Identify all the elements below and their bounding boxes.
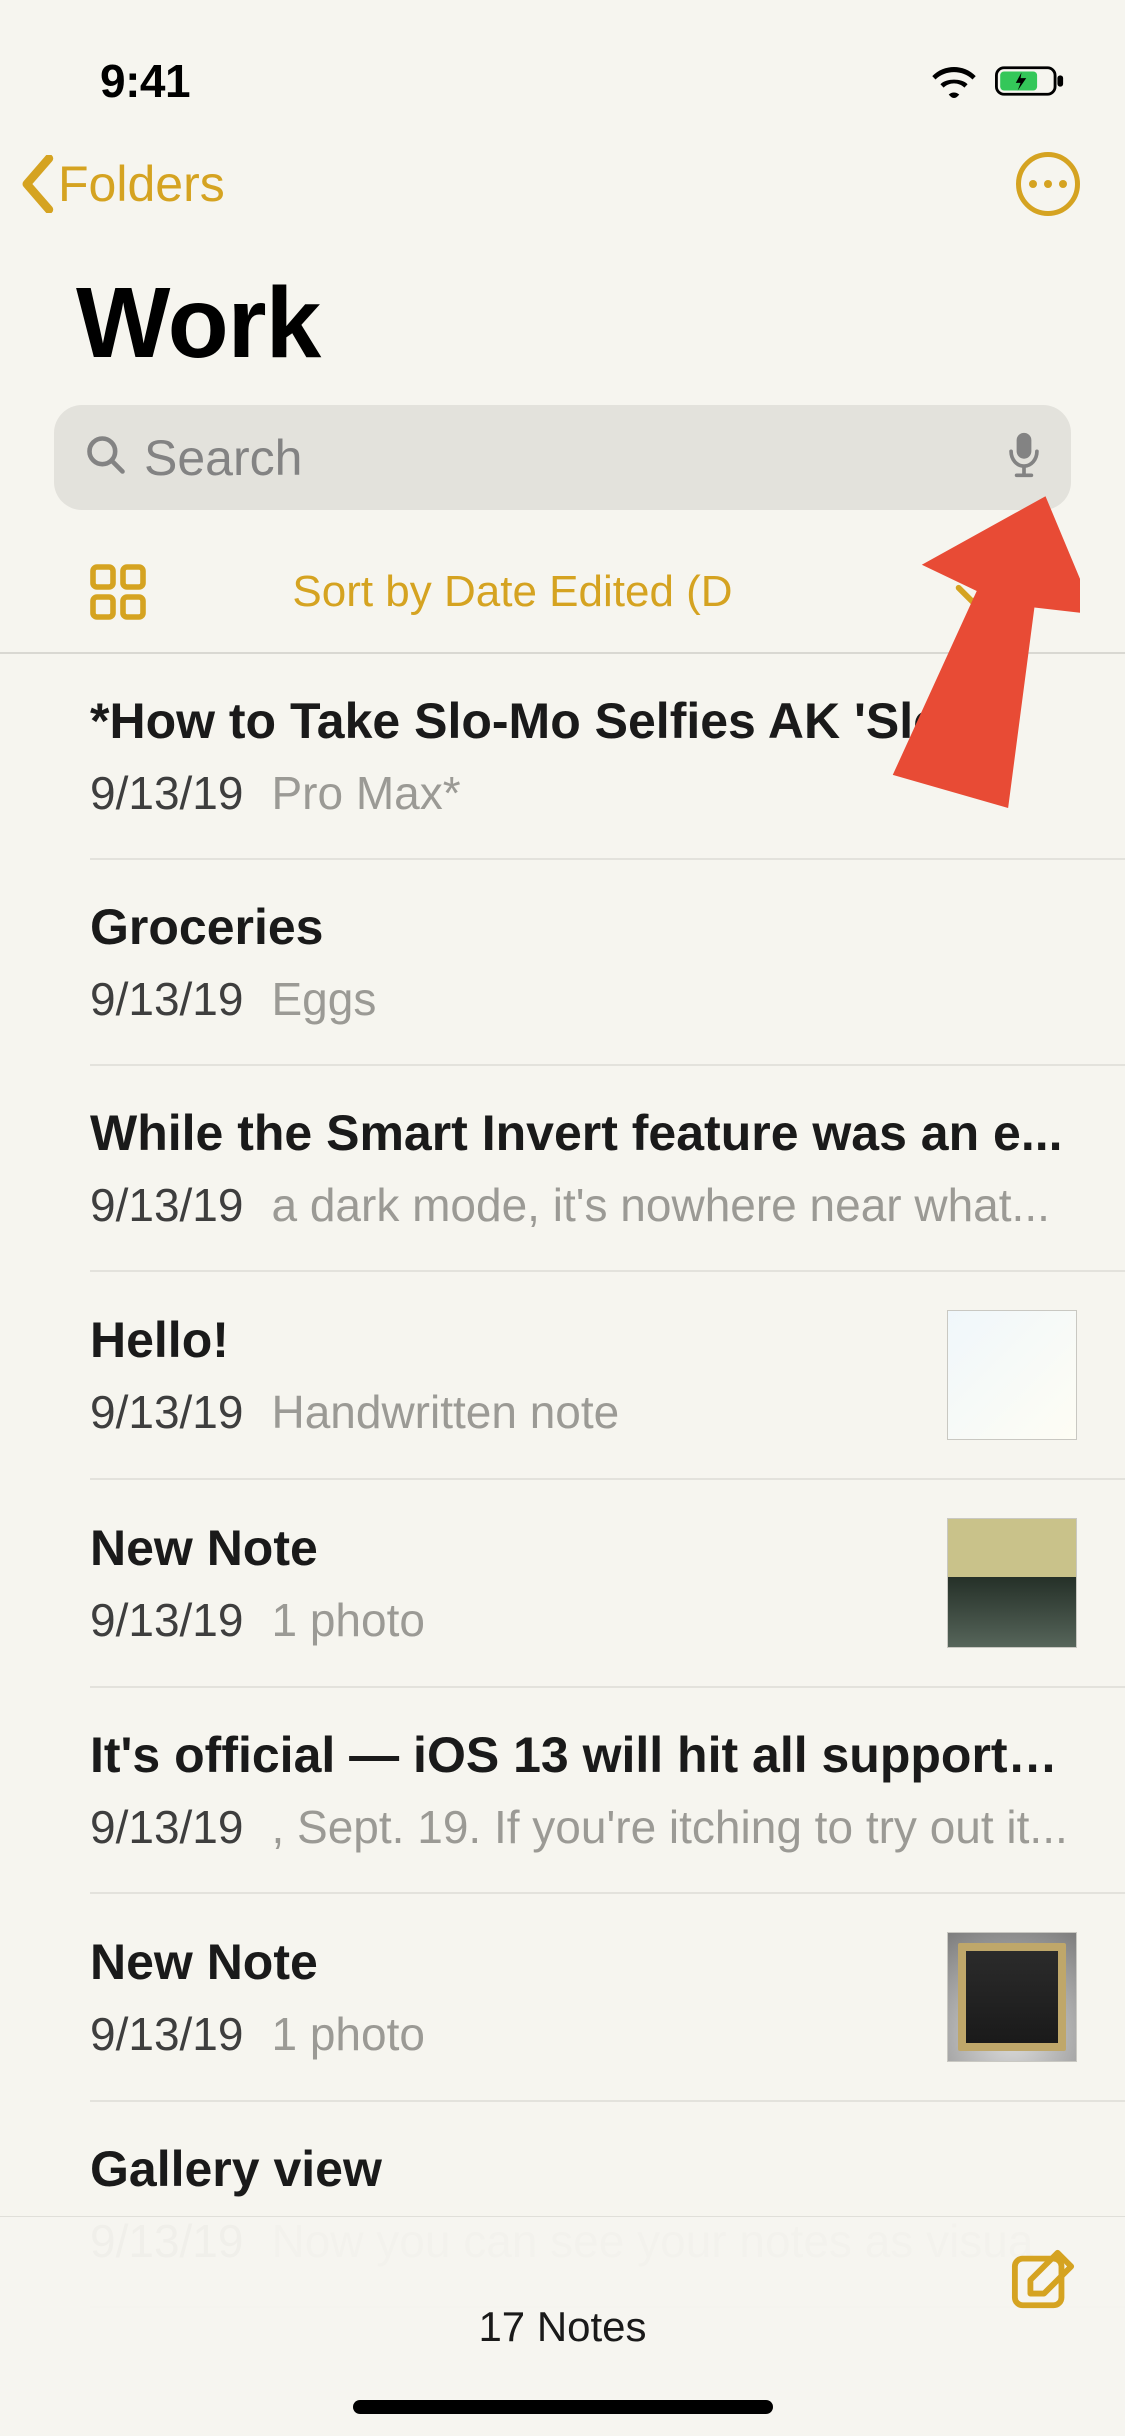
more-options-button[interactable] [1016, 152, 1080, 216]
wifi-icon [931, 64, 977, 98]
note-subline: 9/13/19 Eggs [90, 972, 1077, 1026]
folder-title: Work [0, 226, 1125, 405]
status-bar: 9:41 [0, 0, 1125, 132]
note-main: *How to Take Slo-Mo Selfies AK 'Slofi...… [90, 692, 1077, 820]
note-subline: 9/13/19 1 photo [90, 2007, 923, 2061]
note-preview: Handwritten note [271, 1385, 923, 1439]
status-time: 9:41 [100, 54, 190, 108]
note-title: Groceries [90, 898, 1077, 956]
dictate-icon[interactable] [1007, 431, 1041, 484]
search-input[interactable] [144, 429, 991, 487]
note-row[interactable]: Hello! 9/13/19 Handwritten note [90, 1272, 1125, 1480]
compose-button[interactable] [1011, 2247, 1077, 2318]
gallery-view-icon[interactable] [90, 564, 146, 620]
note-date: 9/13/19 [90, 972, 243, 1026]
note-date: 9/13/19 [90, 1593, 243, 1647]
status-icons [931, 64, 1065, 98]
note-row[interactable]: Groceries 9/13/19 Eggs [90, 860, 1125, 1066]
back-button[interactable]: Folders [18, 155, 225, 213]
search-bar[interactable] [54, 405, 1071, 510]
note-main: New Note 9/13/19 1 photo [90, 1519, 923, 1647]
note-thumbnail [947, 1932, 1077, 2062]
note-preview: Pro Max* [271, 766, 1077, 820]
notes-list[interactable]: *How to Take Slo-Mo Selfies AK 'Slofi...… [0, 654, 1125, 2436]
note-subline: 9/13/19 , Sept. 19. If you're itching to … [90, 1800, 1077, 1854]
note-title: Gallery view [90, 2140, 1077, 2198]
note-preview: 1 photo [271, 1593, 923, 1647]
note-title: Hello! [90, 1311, 923, 1369]
note-thumbnail [947, 1310, 1077, 1440]
note-row[interactable]: *How to Take Slo-Mo Selfies AK 'Slofi...… [90, 654, 1125, 860]
note-title: New Note [90, 1519, 923, 1577]
note-main: It's official — iOS 13 will hit all supp… [90, 1726, 1077, 1854]
chevron-down-icon [955, 567, 991, 617]
note-title: It's official — iOS 13 will hit all supp… [90, 1726, 1077, 1784]
note-preview: , Sept. 19. If you're itching to try out… [271, 1800, 1077, 1854]
note-main: New Note 9/13/19 1 photo [90, 1933, 923, 2061]
note-row[interactable]: New Note 9/13/19 1 photo [90, 1894, 1125, 2102]
note-thumbnail [947, 1518, 1077, 1648]
note-main: Groceries 9/13/19 Eggs [90, 898, 1077, 1026]
note-preview: a dark mode, it's nowhere near what... [271, 1178, 1077, 1232]
note-title: New Note [90, 1933, 923, 1991]
note-row[interactable]: It's official — iOS 13 will hit all supp… [90, 1688, 1125, 1894]
note-date: 9/13/19 [90, 2007, 243, 2061]
note-date: 9/13/19 [90, 766, 243, 820]
note-preview: 1 photo [271, 2007, 923, 2061]
note-subline: 9/13/19 a dark mode, it's nowhere near wh… [90, 1178, 1077, 1232]
note-row[interactable]: While the Smart Invert feature was an e.… [90, 1066, 1125, 1272]
note-title: While the Smart Invert feature was an e.… [90, 1104, 1077, 1162]
battery-charging-icon [995, 64, 1065, 98]
note-subline: 9/13/19 Handwritten note [90, 1385, 923, 1439]
note-date: 9/13/19 [90, 1385, 243, 1439]
note-date: 9/13/19 [90, 1800, 243, 1854]
note-main: While the Smart Invert feature was an e.… [90, 1104, 1077, 1232]
back-label: Folders [58, 155, 225, 213]
sort-row: Sort by Date Edited (D [0, 510, 1125, 654]
sort-button[interactable]: Sort by Date Edited (D [146, 567, 1077, 617]
note-count: 17 Notes [478, 2303, 646, 2351]
note-title: *How to Take Slo-Mo Selfies AK 'Slofi... [90, 692, 1077, 750]
note-subline: 9/13/19 1 photo [90, 1593, 923, 1647]
note-row[interactable]: New Note 9/13/19 1 photo [90, 1480, 1125, 1688]
search-icon [84, 433, 128, 482]
sort-label-text: Sort by Date Edited (D [292, 567, 732, 617]
home-indicator[interactable] [353, 2400, 773, 2414]
note-main: Hello! 9/13/19 Handwritten note [90, 1311, 923, 1439]
nav-bar: Folders [0, 132, 1125, 226]
note-preview: Eggs [271, 972, 1077, 1026]
note-subline: 9/13/19 Pro Max* [90, 766, 1077, 820]
bottom-toolbar: 17 Notes [0, 2216, 1125, 2436]
note-date: 9/13/19 [90, 1178, 243, 1232]
